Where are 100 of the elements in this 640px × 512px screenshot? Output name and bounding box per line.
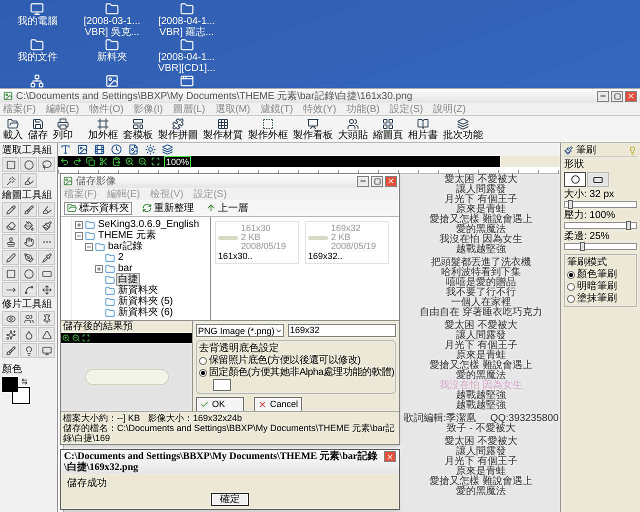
format-dropdown[interactable]: PNG Image (*.png) <box>196 324 284 337</box>
tool-button[interactable] <box>20 218 37 233</box>
slider-thumb[interactable] <box>626 221 631 230</box>
radio-button[interactable] <box>199 356 207 364</box>
radio-button[interactable] <box>567 270 575 278</box>
desktop-icon-label[interactable]: [2008-04-1... VBR][CD1]... <box>152 52 222 74</box>
desktop-icon-label[interactable]: 我的文件 <box>2 52 72 63</box>
tool-button[interactable] <box>2 218 19 233</box>
tool-button[interactable] <box>2 327 19 342</box>
maximize-button[interactable] <box>611 90 623 102</box>
tool-button[interactable] <box>20 327 37 342</box>
tool-button[interactable] <box>38 282 55 297</box>
tool-button[interactable] <box>38 327 55 342</box>
toolbar-button[interactable]: 重新整理 <box>140 202 196 214</box>
expand-toggle[interactable] <box>75 232 83 240</box>
tree-item[interactable]: 白捷 <box>117 274 139 285</box>
toolbar-button[interactable]: 大頭貼 <box>338 118 368 140</box>
tool-button[interactable] <box>20 250 37 265</box>
toolbar-button[interactable]: 標示資料夾 <box>64 202 132 214</box>
tool-button[interactable] <box>38 266 55 281</box>
tool-button[interactable] <box>20 157 37 172</box>
tool-button[interactable] <box>2 157 19 172</box>
radio-button[interactable] <box>199 368 207 376</box>
tree-item[interactable]: 新資料夾 (6) <box>117 307 174 318</box>
tool-button[interactable] <box>38 250 55 265</box>
minimize-button[interactable] <box>597 90 609 102</box>
ok-button[interactable]: OK <box>196 397 244 412</box>
slider-track[interactable] <box>564 243 637 250</box>
shape-option[interactable] <box>587 172 609 187</box>
tool-button[interactable] <box>20 282 37 297</box>
desktop-icon-label[interactable]: [2008-04-1... VBR] 羅志... <box>152 16 222 38</box>
desktop-icon-label[interactable]: [2008-03-1... VBR] 吳克... <box>76 16 147 38</box>
tool-button[interactable] <box>2 173 19 188</box>
tree-item[interactable]: 新資料夾 <box>117 285 159 296</box>
toolbar-button[interactable]: 列印 <box>53 118 73 140</box>
message-text: 儲存成功 <box>66 476 108 491</box>
file-thumbnail[interactable]: 169x32 2 KB 2008/05/19 169x32.. <box>305 221 389 264</box>
tool-button[interactable] <box>20 202 37 217</box>
toolbar-button[interactable]: 相片書 <box>408 118 438 140</box>
radio-label: 固定顏色(方便其她非Alpha處理功能的軟體) <box>209 367 394 378</box>
file-thumbnail[interactable]: 161x30 2 KB 2008/05/19 161x30.. <box>215 221 299 264</box>
tool-button[interactable] <box>38 202 55 217</box>
maximize-button[interactable] <box>371 176 383 186</box>
tree-item[interactable]: bar <box>117 263 134 274</box>
close-button[interactable] <box>625 90 637 102</box>
toolbar-button[interactable]: 加外框 <box>88 118 118 140</box>
rectangle-icon <box>593 174 603 184</box>
tree-item[interactable]: 新資料夾 (5) <box>117 296 174 307</box>
background-color-swatch[interactable] <box>12 387 30 404</box>
toolbar-button[interactable]: 載入 <box>3 118 23 140</box>
slider-track[interactable] <box>564 201 637 208</box>
tool-button[interactable] <box>20 266 37 281</box>
foreground-color-swatch[interactable] <box>2 377 18 392</box>
tool-button[interactable] <box>2 234 19 249</box>
expand-toggle[interactable] <box>85 242 93 250</box>
toolbar-button[interactable]: 套模板 <box>123 118 153 140</box>
desktop-icon-label[interactable]: 新料夾 <box>76 52 147 63</box>
toolbar-button[interactable]: 製作外框 <box>248 118 288 140</box>
radio-button[interactable] <box>567 282 575 290</box>
confirm-button[interactable]: 確定 <box>211 493 249 506</box>
minimize-button[interactable] <box>357 176 369 186</box>
dashed-square-icon <box>262 118 274 130</box>
tool-button[interactable] <box>2 266 19 281</box>
tree-item[interactable]: bar記錄 <box>107 241 144 252</box>
tool-button[interactable] <box>38 218 55 233</box>
tool-button[interactable] <box>38 311 55 326</box>
color-swatch[interactable] <box>213 379 231 391</box>
toolbar-button[interactable]: 上一層 <box>204 202 250 214</box>
close-button[interactable] <box>384 451 396 462</box>
toolbar-button[interactable]: 縮圖頁 <box>373 118 403 140</box>
tool-button[interactable] <box>20 343 37 358</box>
tool-button[interactable] <box>38 157 55 172</box>
slider-track[interactable] <box>564 222 637 229</box>
toolbar-button[interactable]: 儲存 <box>28 118 48 140</box>
tree-item[interactable]: SeKing3.0.6.9_English <box>97 219 200 230</box>
tree-item[interactable]: 2 <box>117 252 125 263</box>
toolbar-button[interactable]: 製作材質 <box>203 118 243 140</box>
desktop-icon-label[interactable]: 我的電腦 <box>2 16 72 27</box>
tool-button[interactable] <box>2 343 19 358</box>
tool-button[interactable] <box>20 311 37 326</box>
tool-button[interactable] <box>20 234 37 249</box>
tool-button[interactable] <box>20 173 37 188</box>
tool-button[interactable] <box>2 202 19 217</box>
expand-toggle[interactable] <box>95 264 103 272</box>
filename-field[interactable]: 169x32 <box>288 324 396 337</box>
expand-toggle[interactable] <box>75 220 83 228</box>
close-button[interactable] <box>385 176 397 186</box>
slider-thumb[interactable] <box>568 200 573 209</box>
toolbar-button[interactable]: 批次功能 <box>443 118 483 140</box>
slider-thumb[interactable] <box>580 242 585 251</box>
cancel-button[interactable]: Cancel <box>254 397 302 412</box>
toolbar-button[interactable]: 製作看板 <box>293 118 333 140</box>
tool-button[interactable] <box>38 343 55 358</box>
tree-item[interactable]: THEME 元素 <box>97 230 157 241</box>
tool-button[interactable] <box>2 250 19 265</box>
tool-button[interactable] <box>2 282 19 297</box>
toolbar-button[interactable]: 製作拼圖 <box>158 118 198 140</box>
tool-button[interactable] <box>2 311 19 326</box>
radio-button[interactable] <box>567 294 575 302</box>
shape-option[interactable] <box>564 172 586 187</box>
